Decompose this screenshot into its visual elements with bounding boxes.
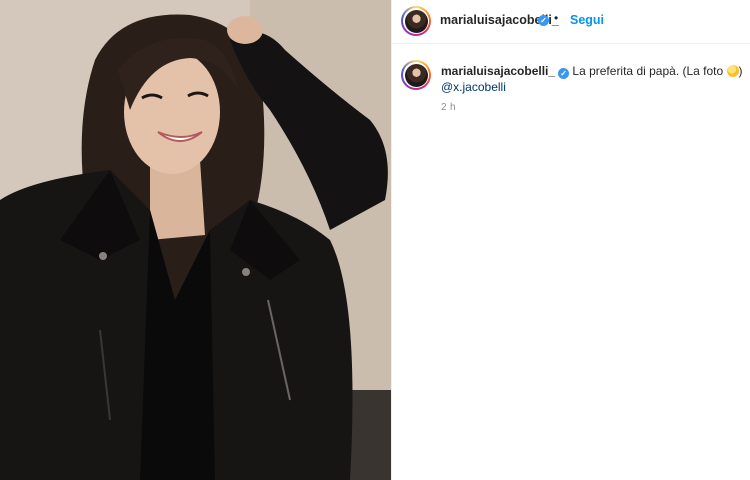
verified-badge-icon: ✓ <box>538 15 549 26</box>
post-timestamp[interactable]: 2 h <box>441 102 456 113</box>
caption-body-end: ) <box>738 64 743 78</box>
caption-mention-link[interactable]: @x.jacobelli <box>441 80 506 94</box>
avatar[interactable] <box>401 6 431 36</box>
post-side-panel: marialuisajacobelli_ ✓ • Segui marialuis… <box>392 0 750 480</box>
grinning-face-emoji-icon <box>726 65 739 77</box>
caption-username[interactable]: marialuisajacobelli_ <box>441 64 555 78</box>
separator-dot: • <box>554 11 559 25</box>
post-photo[interactable] <box>0 0 391 480</box>
caption-avatar[interactable] <box>401 60 431 90</box>
caption-body: La preferita di papà. (La foto <box>572 64 724 78</box>
post-header: marialuisajacobelli_ ✓ • Segui <box>392 0 750 44</box>
caption-verified-badge-icon: ✓ <box>558 68 570 79</box>
caption-text: marialuisajacobelli_ ✓ La preferita di pa… <box>441 63 746 95</box>
follow-button[interactable]: Segui <box>570 13 604 27</box>
photo-illustration <box>0 0 391 480</box>
